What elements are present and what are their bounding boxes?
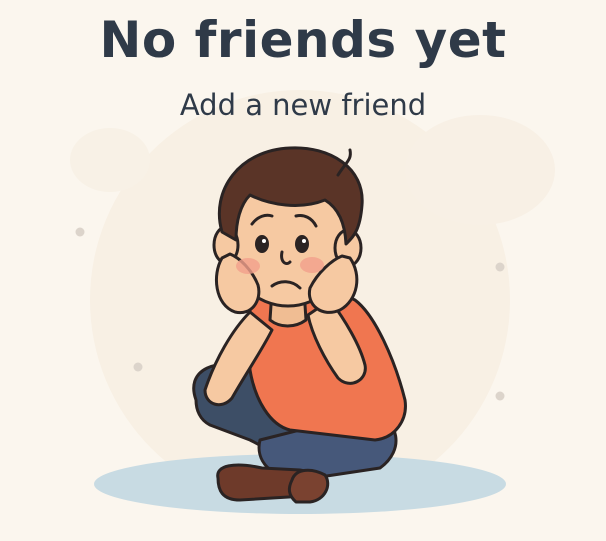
empty-state-title: No friends yet [99, 11, 507, 69]
empty-state: No friends yet Add a new friend [0, 0, 606, 541]
left-eye [255, 235, 269, 253]
sad-boy-illustration [70, 90, 555, 514]
add-friend-link[interactable]: Add a new friend [0, 86, 606, 124]
decor-dot [495, 391, 505, 401]
right-shoe [287, 468, 330, 504]
left-eye-highlight [262, 239, 266, 243]
decor-dot [75, 227, 85, 237]
decor-dot [495, 262, 505, 272]
background-blob [70, 128, 150, 192]
left-cheek [236, 258, 260, 274]
right-eye [295, 235, 309, 253]
background-blob [405, 115, 555, 225]
right-cheek [300, 257, 324, 273]
right-eye-highlight [302, 239, 306, 243]
decor-dot [133, 362, 143, 372]
